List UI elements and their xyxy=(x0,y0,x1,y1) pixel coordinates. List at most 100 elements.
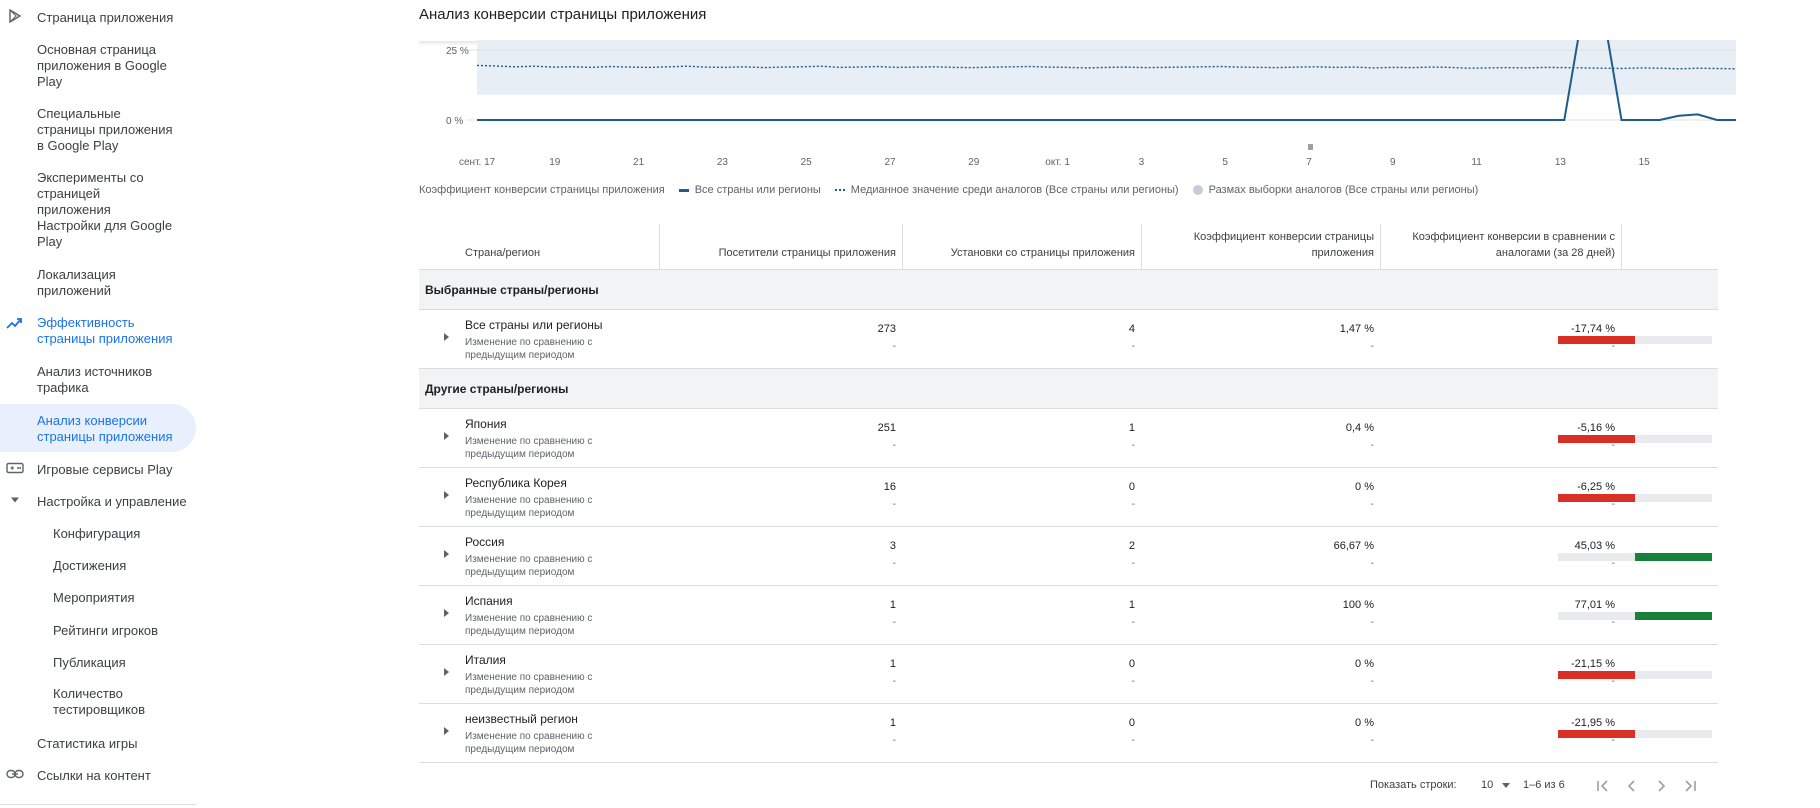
conversion-change: - xyxy=(1370,499,1374,510)
expand-arrow-icon[interactable] xyxy=(444,727,449,735)
country-name: Италия xyxy=(465,653,506,667)
installs-change: - xyxy=(1131,676,1135,687)
expand-arrow-icon[interactable] xyxy=(444,432,449,440)
x-tick-label: 21 xyxy=(633,157,645,168)
legend-item-peer-range[interactable]: Размах выборки аналогов (Все страны или … xyxy=(1192,184,1478,196)
expand-arrow-icon[interactable] xyxy=(444,668,449,676)
installs-value: 0 xyxy=(1128,717,1135,729)
sidebar-item-achievements[interactable]: Достижения xyxy=(0,556,196,574)
table-row[interactable]: Япония Изменение по сравнению с предыдущи… xyxy=(419,409,1718,468)
country-name: Испания xyxy=(465,594,513,608)
sidebar-item-experiments[interactable]: Эксперименты со страницей приложения xyxy=(0,170,196,217)
sidebar-item-events[interactable]: Мероприятия xyxy=(0,588,196,606)
sidebar-item-listing-performance[interactable]: Эффективность страницы приложения xyxy=(0,315,196,347)
table-row[interactable]: Все страны или регионы Изменение по сравн… xyxy=(419,310,1718,369)
sidebar-item-main-listing[interactable]: Основная страница приложения в Google Pl… xyxy=(0,42,196,90)
visitors-change: - xyxy=(892,440,896,451)
header-visitors[interactable]: Посетители страницы приложения xyxy=(660,224,902,270)
x-tick-label: 7 xyxy=(1306,157,1312,168)
legend-item-all-countries[interactable]: Все страны или регионы xyxy=(678,184,821,196)
next-page-icon[interactable] xyxy=(1651,776,1671,796)
expand-arrow-icon[interactable] xyxy=(444,333,449,341)
x-tick-label: 13 xyxy=(1555,157,1567,168)
vs-peers-value: 45,03 % xyxy=(1574,540,1615,552)
visitors-value: 3 xyxy=(889,540,896,552)
sidebar-item-testers[interactable]: Количество тестировщиков xyxy=(0,686,196,718)
installs-value: 4 xyxy=(1128,323,1135,335)
vs-peers-value: -6,25 % xyxy=(1577,481,1615,493)
sidebar-item-conversion-analysis[interactable]: Анализ конверсии страницы приложения xyxy=(0,404,196,452)
country-name: Все страны или регионы xyxy=(465,318,603,332)
comparison-bar xyxy=(1558,435,1712,443)
conversion-change: - xyxy=(1370,341,1374,352)
installs-change: - xyxy=(1131,735,1135,746)
table-row[interactable]: неизвестный регион Изменение по сравнению… xyxy=(419,704,1718,763)
sidebar-item-store-listing[interactable]: Страница приложения xyxy=(0,8,196,26)
change-label: Изменение по сравнению с предыдущим пери… xyxy=(465,436,593,460)
last-page-icon[interactable] xyxy=(1680,776,1700,796)
header-conversion[interactable]: Коэффициент конверсии страницы приложени… xyxy=(1142,224,1380,270)
table-row[interactable]: Испания Изменение по сравнению с предыдущ… xyxy=(419,586,1718,645)
comparison-bar-negative xyxy=(1558,494,1635,502)
sidebar-item-game-statistics[interactable]: Статистика игры xyxy=(0,734,196,752)
sidebar-item-label: Анализ конверсии страницы приложения xyxy=(37,413,173,444)
sidebar-item-play-games-services[interactable]: Игровые сервисы Play xyxy=(0,460,196,478)
vs-peers-value: -21,15 % xyxy=(1570,658,1615,670)
y-tick-label: 25 % xyxy=(446,46,469,57)
x-tick-label: 11 xyxy=(1471,157,1482,168)
expand-arrow-icon[interactable] xyxy=(444,609,449,617)
previous-page-icon[interactable] xyxy=(1622,776,1642,796)
link-icon xyxy=(6,765,24,783)
sidebar-item-label: Настройка и управление xyxy=(37,494,187,509)
sidebar-item-leaderboards[interactable]: Рейтинги игроков xyxy=(0,621,196,639)
group-header-other: Другие страны/регионы xyxy=(419,369,1718,409)
table-row[interactable]: Россия Изменение по сравнению с предыдущи… xyxy=(419,527,1718,586)
change-label: Изменение по сравнению с предыдущим пери… xyxy=(465,554,593,578)
sidebar-item-label: Достижения xyxy=(53,558,127,573)
sidebar-item-label: Основная страница приложения в Google Pl… xyxy=(37,42,167,89)
conversion-change: - xyxy=(1370,440,1374,451)
change-label: Изменение по сравнению с предыдущим пери… xyxy=(465,672,593,696)
header-installs[interactable]: Установки со страницы приложения xyxy=(903,224,1141,270)
rows-per-page-select[interactable]: 10 xyxy=(1481,779,1511,791)
x-tick-label: 29 xyxy=(968,157,980,168)
sidebar-item-label: Анализ источников трафика xyxy=(37,364,153,395)
sidebar-item-deep-links[interactable]: Ссылки на контент xyxy=(0,766,196,784)
x-tick-label: 25 xyxy=(801,157,813,168)
chart-legend: Коэффициент конверсии страницы приложени… xyxy=(419,184,1492,196)
header-country[interactable]: Страна/регион xyxy=(465,224,655,270)
table-row[interactable]: Республика Корея Изменение по сравнению с… xyxy=(419,468,1718,527)
visitors-change: - xyxy=(892,499,896,510)
conversion-change: - xyxy=(1370,735,1374,746)
installs-change: - xyxy=(1131,558,1135,569)
sidebar-item-publishing[interactable]: Публикация xyxy=(0,653,196,671)
visitors-change: - xyxy=(892,558,896,569)
legend-circle-swatch xyxy=(1192,185,1203,195)
conversion-chart: 25 % 0 % сент. 17 19 21 23 25 27 29 окт. 1 3 5 7 9 11… xyxy=(446,40,1737,168)
sidebar-item-traffic-sources[interactable]: Анализ источников трафика xyxy=(0,364,196,396)
sidebar-item-google-play-settings[interactable]: Настройки для Google Play xyxy=(0,218,196,250)
comparison-bar xyxy=(1558,494,1712,502)
sidebar-item-localization[interactable]: Локализация приложений xyxy=(0,267,196,299)
group-header-selected: Выбранные страны/регионы xyxy=(419,270,1718,310)
installs-value: 2 xyxy=(1128,540,1135,552)
legend-solid-swatch xyxy=(678,188,689,192)
dropdown-arrow-icon xyxy=(1502,779,1511,791)
gamepad-icon xyxy=(6,459,24,477)
sidebar-item-custom-listings[interactable]: Специальные страницы приложения в Google… xyxy=(0,106,196,154)
legend-item-peer-median[interactable]: Медианное значение среди аналогов (Все с… xyxy=(834,184,1179,196)
other-rows: Япония Изменение по сравнению с предыдущи… xyxy=(419,409,1718,763)
expand-arrow-icon[interactable] xyxy=(444,550,449,558)
table-row[interactable]: Италия Изменение по сравнению с предыдущи… xyxy=(419,645,1718,704)
sidebar-item-setup-management[interactable]: Настройка и управление xyxy=(0,492,196,510)
sidebar-item-configuration[interactable]: Конфигурация xyxy=(0,524,196,542)
installs-value: 0 xyxy=(1128,658,1135,670)
header-vs-peers[interactable]: Коэффициент конверсии в сравнении с анал… xyxy=(1381,224,1621,270)
sidebar-item-label: Публикация xyxy=(53,655,126,670)
x-tick-label: окт. 1 xyxy=(1045,157,1070,168)
first-page-icon[interactable] xyxy=(1593,776,1613,796)
expand-arrow-icon[interactable] xyxy=(444,491,449,499)
installs-change: - xyxy=(1131,617,1135,628)
comparison-bar xyxy=(1558,671,1712,679)
installs-change: - xyxy=(1131,440,1135,451)
